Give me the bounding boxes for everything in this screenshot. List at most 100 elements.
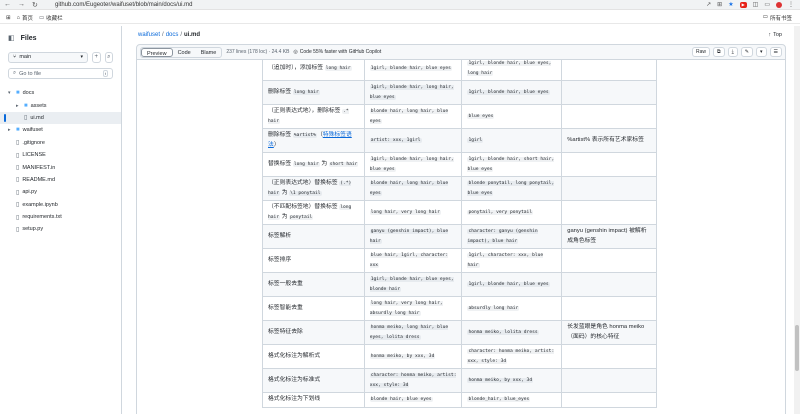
- table-cell: honma meiko, lolita dress: [461, 320, 563, 345]
- external-icon[interactable]: ↗: [706, 1, 711, 8]
- reload-icon[interactable]: ↻: [32, 1, 38, 9]
- inline-code: blonde ponytail, long ponytail, blue eye…: [467, 181, 555, 196]
- tree-item[interactable]: ▸ ■ waifuset: [0, 124, 121, 136]
- table-cell: 替换标签 long hair 为 short hair: [262, 152, 365, 177]
- edit-icon[interactable]: ✎: [740, 47, 753, 57]
- forward-icon[interactable]: →: [18, 1, 25, 9]
- bookmark-all[interactable]: ▭ 所有书签: [763, 14, 792, 22]
- tree-item[interactable]: ▯ MANIFEST.in: [0, 161, 121, 173]
- inline-code: short hair: [328, 161, 359, 167]
- translate-icon[interactable]: ⊞: [717, 1, 722, 8]
- scrollbar-thumb[interactable]: [795, 325, 799, 371]
- apps-icon[interactable]: ⊞: [6, 15, 11, 21]
- inline-code: %artist%: [292, 133, 317, 138]
- extensions-icon[interactable]: ◫: [753, 1, 759, 8]
- table-cell: blonde hair, long hair, blue eyes: [363, 176, 463, 201]
- table-row: 格式化标注为标准式 character: honma meiko, artist:…: [262, 368, 657, 393]
- tree-item[interactable]: ▯ ui.md: [0, 111, 121, 125]
- view-tabs: Preview Code Blame: [140, 46, 223, 58]
- tab-code[interactable]: Code: [173, 48, 196, 57]
- tree-item[interactable]: ▸ ■ assets: [0, 99, 121, 111]
- bookmark-favorites[interactable]: ▭ 收藏栏: [39, 14, 63, 22]
- tree-item-label: ui.md: [30, 114, 44, 121]
- breadcrumb-dir[interactable]: docs: [166, 32, 179, 38]
- cell-text: 替换标签: [268, 160, 293, 167]
- collapse-sidebar-icon[interactable]: ◧: [8, 34, 15, 42]
- table-row: 格式化标注为解析式 honma meiko, by xxx, 3d characte…: [262, 344, 657, 369]
- table-cell: long hair, very long hair: [363, 200, 463, 225]
- tree-item[interactable]: ▯ example.ipynb: [0, 199, 121, 211]
- cell-text: 标签排序: [268, 256, 292, 263]
- browser-nav: ← → ↻: [4, 1, 38, 9]
- table-cell: 1girl, blonde hair, blue eyes, long hair: [461, 60, 563, 81]
- markdown-preview: （追加时），添加标签 long hair 1girl, blonde hair, …: [136, 60, 786, 414]
- file-icon: ▯: [16, 202, 20, 209]
- inline-code: long hair, very long hair, absurdly long…: [369, 301, 443, 316]
- menu-icon[interactable]: ⋮: [788, 1, 794, 8]
- file-icon: ▯: [16, 214, 20, 221]
- table-cell: ganyu (genshin impact), blue hair: [363, 224, 463, 249]
- sidebar-title: Files: [20, 34, 37, 42]
- back-icon[interactable]: ←: [4, 1, 11, 9]
- profile-avatar[interactable]: [776, 1, 782, 8]
- top-button[interactable]: ↑ Top: [768, 32, 782, 38]
- tree-item[interactable]: ▾ ■ docs: [0, 87, 121, 99]
- raw-button[interactable]: Raw: [691, 47, 710, 57]
- tree-item[interactable]: ▯ README.md: [0, 174, 121, 186]
- table-cell: [561, 104, 657, 129]
- table-cell: [561, 200, 657, 225]
- table-cell: character: ganyu (genshin impact), blue …: [461, 224, 563, 249]
- download-icon[interactable]: ⤓: [727, 47, 738, 57]
- table-row: 标签智能去重 long hair, very long hair, absurdl…: [262, 296, 657, 321]
- cell-text: 格式化标注为标准式: [268, 376, 321, 383]
- cell-text: 删除标签: [268, 88, 293, 95]
- arrow-up-icon: ↑: [768, 32, 772, 38]
- star-icon[interactable]: ★: [728, 1, 733, 8]
- inline-code: 1girl, character: xxx, blue hair: [467, 253, 544, 268]
- bookmark-home[interactable]: ⌂ 首页: [17, 14, 33, 22]
- cell-text: 长发蓝眼是角色 honma meiko（面码）的核心特征: [567, 324, 645, 340]
- inline-code: long hair: [292, 89, 320, 95]
- copilot-promo[interactable]: ◎ Code 55% faster with GitHub Copilot: [293, 49, 381, 55]
- inline-code: 1girl, blonde hair, blue eyes, blonde ha…: [369, 277, 454, 292]
- tab-preview[interactable]: Preview: [141, 47, 173, 57]
- table-cell: [561, 296, 657, 321]
- table-cell: 1girl, blonde hair, long hair, blue eyes: [363, 80, 463, 105]
- table-row: 删除标签 %artist%（特殊标签语法） artist: xxx, 1girl 1…: [262, 128, 657, 153]
- search-button[interactable]: ⌕: [104, 51, 113, 63]
- main-content: waifuset / docs / ui.md ↑ Top Preview Code Bl…: [130, 26, 786, 414]
- table-cell: 1girl: [461, 128, 563, 153]
- address-bar[interactable]: github.com/Eugeoter/waifuset/blob/main/d…: [55, 1, 192, 9]
- tree-item[interactable]: ▯ api.py: [0, 186, 121, 198]
- outline-icon[interactable]: ☰: [769, 47, 782, 57]
- table-cell: 格式化标注为标准式: [262, 368, 365, 393]
- table-cell: ganyu (genshin impact) 被解析成角色标签: [561, 224, 657, 249]
- inline-code: 1girl, blonde hair, long hair, blue eyes: [369, 157, 454, 172]
- youtube-icon[interactable]: ▶: [739, 1, 747, 8]
- copy-icon[interactable]: ⧉: [713, 47, 725, 57]
- go-to-file-input[interactable]: ⌕ Go to file t: [8, 68, 113, 79]
- tree-item-label: .gitignore: [22, 139, 45, 146]
- tree-item[interactable]: ▯ requirements.txt: [0, 211, 121, 223]
- tree-item[interactable]: ▯ .gitignore: [0, 137, 121, 149]
- tree-item[interactable]: ▯ setup.py: [0, 223, 121, 235]
- cell-text: ganyu (genshin impact) 被解析成角色标签: [567, 228, 647, 244]
- branch-selector[interactable]: ⑂ main ▾: [8, 51, 88, 63]
- table-row: 标签解析 ganyu (genshin impact), blue hair cha…: [262, 224, 657, 249]
- breadcrumb-file: ui.md: [184, 32, 201, 38]
- tab-blame[interactable]: Blame: [196, 48, 222, 57]
- tree-item[interactable]: ▯ LICENSE: [0, 149, 121, 161]
- add-file-button[interactable]: +: [92, 51, 101, 63]
- branch-name: main: [19, 54, 32, 60]
- shortcut-hint: t: [102, 70, 108, 77]
- table-row: （正则表达式地）替换标签 (.*) hair 为 \1 ponytail blon…: [262, 176, 657, 201]
- inline-code: 1girl, blonde hair, blue eyes: [369, 65, 452, 71]
- inline-code: 1girl, blonde hair, blue eyes, long hair: [467, 61, 552, 76]
- inline-code: blue hair, 1girl, character: xxx: [369, 253, 449, 268]
- folder-icon: ▭: [38, 14, 45, 21]
- tree-item-label: example.ipynb: [22, 201, 58, 208]
- breadcrumb-repo[interactable]: waifuset: [138, 32, 160, 38]
- more-options-icon[interactable]: ▾: [756, 47, 767, 57]
- branch-row: ⑂ main ▾ + ⌕: [0, 50, 121, 64]
- sidepanel-icon[interactable]: ▭: [764, 1, 770, 8]
